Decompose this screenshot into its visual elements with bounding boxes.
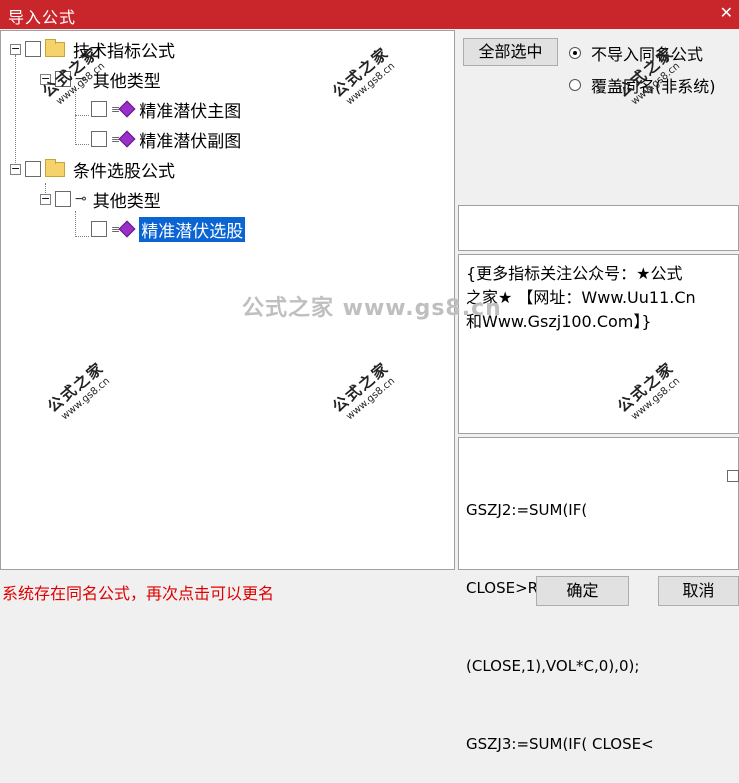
tree-node-main-chart[interactable]: ≡ 精准潜伏主图 — [91, 98, 242, 122]
collapse-icon[interactable]: − — [10, 43, 21, 55]
radio-overwrite-same-name[interactable]: 覆盖同名(非系统) — [569, 73, 716, 97]
checkbox[interactable] — [55, 191, 71, 207]
collapse-icon[interactable]: − — [40, 73, 51, 85]
tree-node-stock-selection[interactable]: − 条件选股公式 — [10, 158, 175, 182]
collapse-icon[interactable]: − — [40, 193, 51, 205]
cancel-button[interactable]: 取消 — [658, 576, 739, 606]
folder-icon — [45, 38, 65, 57]
tree-node-label: 其他类型 — [92, 191, 161, 212]
close-icon[interactable]: ✕ — [720, 3, 733, 22]
radio-no-import-same-name[interactable]: 不导入同名公式 — [569, 41, 703, 65]
formula-code: GSZJ2:=SUM(IF( CLOSE>REF (CLOSE,1),VOL*C… — [466, 445, 716, 783]
formula-description: {更多指标关注公众号：★公式 之家★ 【网址：Www.Uu11.Cn 和Www.… — [466, 262, 716, 334]
checkbox[interactable] — [55, 71, 71, 87]
code-line: (CLOSE,1),VOL*C,0),0); — [466, 657, 640, 675]
description-line: 之家★ 【网址：Www.Uu11.Cn — [466, 288, 696, 307]
tree-node-technical-indicators[interactable]: − 技术指标公式 — [10, 38, 175, 62]
description-line: {更多指标关注公众号：★公式 — [466, 264, 683, 283]
tree-connector — [75, 236, 89, 237]
radio-label: 覆盖同名(非系统) — [591, 77, 716, 96]
radio-label: 不导入同名公式 — [591, 45, 704, 64]
checkbox[interactable] — [25, 41, 41, 57]
tree-node-other-type[interactable]: − ⊸ 其他类型 — [40, 68, 161, 92]
tree-connector — [75, 115, 89, 116]
checkbox[interactable] — [25, 161, 41, 177]
tree-node-selection-formula[interactable]: ≡ 精准潜伏选股 — [91, 216, 246, 242]
description-line: 和Www.Gszj100.Com】} — [466, 312, 652, 331]
tree-connector — [75, 211, 76, 237]
radio-icon[interactable] — [569, 79, 581, 91]
tree-node-label: 技术指标公式 — [73, 41, 175, 62]
radio-selected-icon[interactable] — [569, 47, 581, 59]
key-icon: ⊸ — [75, 71, 87, 87]
scroll-checkbox[interactable] — [727, 470, 739, 482]
tree-node-label: 条件选股公式 — [73, 161, 175, 182]
tree-node-label: 精准潜伏副图 — [139, 131, 242, 152]
code-line: GSZJ3:=SUM(IF( CLOSE< — [466, 735, 654, 753]
tree-connector — [75, 87, 76, 145]
window-title: 导入公式 — [8, 8, 77, 27]
checkbox[interactable] — [91, 131, 107, 147]
formula-icon: ≡ — [111, 130, 136, 148]
ok-button[interactable]: 确定 — [536, 576, 629, 606]
code-line: GSZJ2:=SUM(IF( — [466, 501, 588, 519]
checkbox[interactable] — [91, 101, 107, 117]
checkbox[interactable] — [91, 221, 107, 237]
collapse-icon[interactable]: − — [10, 163, 21, 175]
tree-connector — [15, 55, 16, 173]
status-message: 系统存在同名公式，再次点击可以更名 — [2, 584, 275, 603]
formula-icon: ≡ — [111, 220, 136, 238]
tree-node-label: 精准潜伏主图 — [139, 101, 242, 122]
tree-node-other-type-2[interactable]: − ⊸ 其他类型 — [40, 188, 161, 212]
tree-node-sub-chart[interactable]: ≡ 精准潜伏副图 — [91, 128, 242, 152]
info-blank-box — [458, 205, 739, 251]
watermark-main: 公式之家 www.gs8.cn — [242, 296, 502, 321]
title-bar: 导入公式 ✕ — [0, 0, 739, 29]
tree-node-label: 其他类型 — [92, 71, 161, 92]
key-icon: ⊸ — [75, 191, 87, 207]
select-all-button[interactable]: 全部选中 — [463, 38, 558, 66]
folder-icon — [45, 158, 65, 177]
tree-node-label-selected: 精准潜伏选股 — [139, 216, 246, 242]
tree-connector — [75, 144, 89, 145]
formula-icon: ≡ — [111, 100, 136, 118]
